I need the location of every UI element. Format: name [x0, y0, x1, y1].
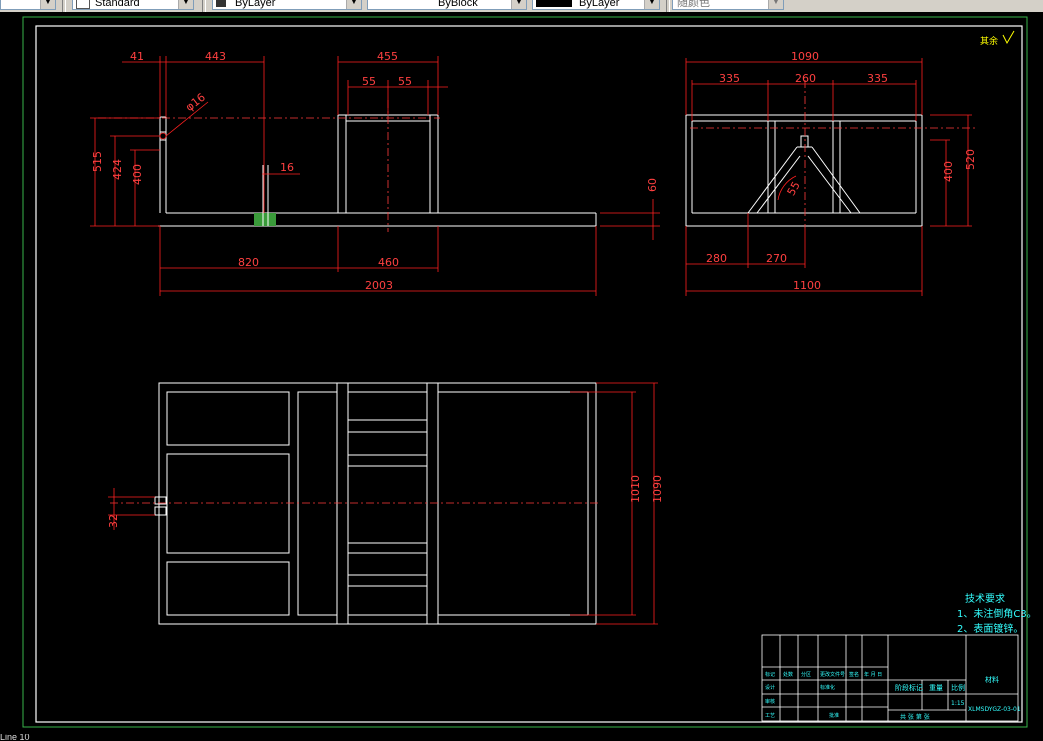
- layer-value: ByLayer: [235, 0, 276, 9]
- dim-820: 820: [238, 256, 259, 269]
- dim-424: 424: [111, 159, 124, 180]
- tb-std: 标准化: [820, 684, 835, 691]
- dim-1090-top: 1090: [791, 50, 819, 63]
- dim-400-side: 400: [942, 161, 955, 182]
- text-style-value: Standard: [95, 0, 140, 9]
- layer-combo[interactable]: ByLayer ▼: [212, 0, 362, 10]
- tech-req-title: 技术要求: [965, 592, 1005, 605]
- dim-260: 260: [795, 72, 816, 85]
- chevron-down-icon: ▼: [768, 0, 783, 9]
- tb-review: 审核: [765, 698, 775, 705]
- dim-1010: 1010: [629, 475, 642, 503]
- tb-process: 工艺: [765, 713, 775, 719]
- chevron-down-icon: ▼: [346, 0, 361, 9]
- dim-2003: 2003: [365, 279, 393, 292]
- dim-1100: 1100: [793, 279, 821, 292]
- dim-335-right: 335: [867, 72, 888, 85]
- dim-443: 443: [205, 50, 226, 63]
- dim-55-right: 55: [398, 75, 412, 88]
- dim-32: 32: [107, 514, 120, 528]
- tb-sign: 签名: [849, 671, 859, 678]
- dim-460: 460: [378, 256, 399, 269]
- dim-1090-plan: 1090: [651, 475, 664, 503]
- plotstyle-combo[interactable]: 随颜色 ▼: [672, 0, 784, 10]
- dim-520: 520: [964, 149, 977, 170]
- tb-date: 年 月 日: [864, 671, 882, 678]
- text-style-icon: [76, 0, 90, 9]
- lineweight-value: ByLayer: [579, 0, 620, 9]
- tb-change-no: 更改文件号: [820, 671, 845, 678]
- dim-41: 41: [130, 50, 144, 63]
- toolbar-separator: [202, 0, 206, 12]
- dim-335-left: 335: [719, 72, 740, 85]
- chevron-down-icon: ▼: [511, 0, 526, 9]
- lineweight-combo[interactable]: ByLayer ▼: [532, 0, 660, 10]
- chevron-down-icon: ▼: [644, 0, 659, 9]
- dim-280: 280: [706, 252, 727, 265]
- plotstyle-value: 随颜色: [677, 0, 710, 9]
- dim-270: 270: [766, 252, 787, 265]
- dim-16: 16: [280, 161, 294, 174]
- tb-part-no: XLMSDYGZ-03-01: [968, 706, 1021, 713]
- tech-req-line1: 1、未注倒角C3。: [957, 607, 1037, 620]
- tb-mark: 标记: [765, 671, 775, 678]
- tb-stage: 阶段标记: [895, 683, 923, 692]
- dim-55-left: 55: [362, 75, 376, 88]
- workspace-combo[interactable]: ▼: [0, 0, 56, 10]
- drawing-canvas[interactable]: 其余 41 443 455 55 55 φ16 16 515 424 400 6…: [0, 12, 1043, 741]
- tb-design: 设计: [765, 684, 775, 691]
- tb-count: 处数: [783, 671, 793, 678]
- tb-sheets: 共 张 第 张: [900, 713, 930, 721]
- tb-scale: 比例: [951, 683, 965, 692]
- lineweight-swatch-icon: [536, 0, 572, 7]
- toolbar-separator: [666, 0, 670, 12]
- tb-scale-value: 1:15: [951, 700, 965, 707]
- tb-material: 材料: [985, 675, 999, 684]
- dim-60: 60: [646, 178, 659, 192]
- tb-approve: 批准: [829, 712, 839, 719]
- chevron-down-icon: ▼: [178, 0, 193, 9]
- linetype-value: ByBlock: [438, 0, 478, 9]
- chevron-down-icon: ▼: [40, 0, 55, 9]
- toolbar-separator: [62, 0, 66, 12]
- dim-515: 515: [91, 151, 104, 172]
- roughness-mark: 其余: [980, 35, 998, 47]
- dim-400: 400: [131, 164, 144, 185]
- color-swatch-icon: [216, 0, 226, 7]
- tech-req-line2: 2、表面镀锌。: [957, 622, 1023, 635]
- linetype-combo[interactable]: ByBlock ▼: [367, 0, 527, 10]
- tb-zone: 分区: [801, 671, 811, 678]
- dim-455: 455: [377, 50, 398, 63]
- tb-weight: 重量: [929, 684, 943, 692]
- command-line[interactable]: Line 10: [0, 734, 300, 741]
- text-style-combo[interactable]: Standard ▼: [72, 0, 194, 10]
